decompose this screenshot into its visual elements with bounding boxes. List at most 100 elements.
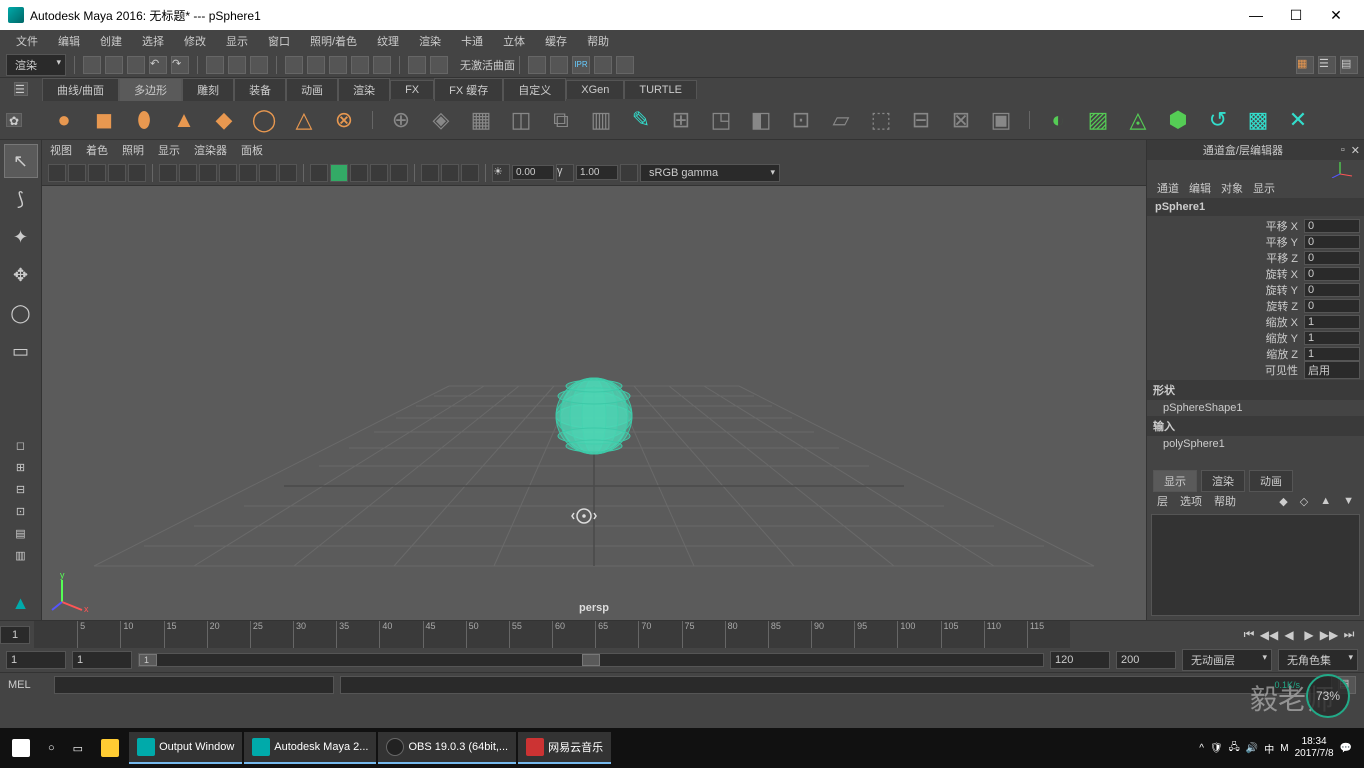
channelbox-dock-icon[interactable]: ▫	[1341, 144, 1345, 156]
target-weld-icon[interactable]: ⊞	[665, 104, 697, 136]
poly-sphere-icon[interactable]: ●	[48, 104, 80, 136]
layer-new-icon[interactable]: ◆	[1279, 495, 1287, 508]
anim-layer-combobox[interactable]: 无动画层	[1182, 649, 1272, 671]
poly-cube-icon[interactable]: ◼	[88, 104, 120, 136]
panel-menu-shading[interactable]: 着色	[86, 142, 108, 158]
taskview-button[interactable]: ▭	[65, 732, 91, 764]
undo-button[interactable]: ↶	[149, 56, 167, 74]
exposure-field[interactable]	[512, 165, 554, 180]
save-scene-button[interactable]	[127, 56, 145, 74]
notification-icon[interactable]: 💬	[1340, 743, 1352, 754]
chan-tab-channels[interactable]: 通道	[1157, 180, 1179, 196]
tray-m-icon[interactable]: M	[1280, 743, 1288, 754]
attr-value[interactable]: 1	[1304, 315, 1360, 329]
poly-plane-icon[interactable]: ◆	[208, 104, 240, 136]
boolean-icon[interactable]: ◫	[505, 104, 537, 136]
viewport-3d[interactable]: y x z persp	[42, 186, 1146, 620]
step-back-button[interactable]: ◀◀	[1260, 626, 1278, 644]
taskbar-obs[interactable]: OBS 19.0.3 (64bit,...	[378, 732, 516, 764]
maya-home-icon[interactable]: ▲	[4, 586, 38, 620]
layout-four-button[interactable]: ⊞	[4, 458, 38, 476]
command-input[interactable]	[54, 676, 334, 694]
combine-icon[interactable]: ⊕	[385, 104, 417, 136]
taskbar-output-window[interactable]: Output Window	[129, 732, 242, 764]
poly-pipe-icon[interactable]: ⊗	[328, 104, 360, 136]
shelf-tab-custom[interactable]: 自定义	[503, 78, 566, 101]
rotate-tool[interactable]: ◯	[4, 296, 38, 330]
view-transform-icon[interactable]	[620, 164, 638, 182]
tray-volume-icon[interactable]: 🔊	[1246, 743, 1258, 754]
move-tool[interactable]: ✥	[4, 258, 38, 292]
layer-tab-display[interactable]: 显示	[1153, 470, 1197, 492]
menu-create[interactable]: 创建	[90, 31, 132, 51]
input-node[interactable]: polySphere1	[1147, 436, 1364, 452]
bookmark-button[interactable]	[68, 164, 86, 182]
shelf-options-button[interactable]: ✿	[6, 113, 22, 127]
shelf-tab-rigging[interactable]: 装备	[234, 78, 286, 101]
panel-menu-show[interactable]: 显示	[158, 142, 180, 158]
workspace-combobox[interactable]: 渲染	[6, 54, 66, 76]
shadows-button[interactable]	[390, 164, 408, 182]
panel-menu-renderer[interactable]: 渲染器	[194, 142, 227, 158]
step-forward-button[interactable]: ▶▶	[1320, 626, 1338, 644]
layer-add-icon[interactable]: ◇	[1300, 495, 1308, 508]
panel-menu-lighting[interactable]: 照明	[122, 142, 144, 158]
open-scene-button[interactable]	[105, 56, 123, 74]
menu-modify[interactable]: 修改	[174, 31, 216, 51]
shelf-tab-turtle[interactable]: TURTLE	[624, 80, 697, 99]
soft-select-icon[interactable]: ⬢	[1162, 104, 1194, 136]
range-track[interactable]: 1 120	[138, 653, 1044, 667]
render-settings-button[interactable]	[594, 56, 612, 74]
hypershade-button[interactable]	[616, 56, 634, 74]
menu-cache[interactable]: 缓存	[535, 31, 577, 51]
new-scene-button[interactable]	[83, 56, 101, 74]
crease-icon[interactable]: ◬	[1122, 104, 1154, 136]
object-name[interactable]: pSphere1	[1147, 198, 1364, 216]
toggle-attr-button[interactable]: ▤	[1340, 56, 1358, 74]
current-frame-field[interactable]: 1	[0, 626, 30, 644]
render-view-button[interactable]	[528, 56, 546, 74]
mirror-icon[interactable]: ⧉	[545, 104, 577, 136]
construction-history-button[interactable]	[430, 56, 448, 74]
multicut-icon[interactable]: ✎	[625, 104, 657, 136]
attr-value[interactable]: 0	[1304, 235, 1360, 249]
layer-down-icon[interactable]: ▼	[1343, 495, 1354, 507]
script-lang-label[interactable]: MEL	[8, 679, 48, 691]
menu-file[interactable]: 文件	[6, 31, 48, 51]
gamma-icon[interactable]: γ	[556, 164, 574, 182]
layout-two-button[interactable]: ⊟	[4, 480, 38, 498]
tray-up-icon[interactable]: ^	[1199, 743, 1204, 754]
layer-list[interactable]	[1151, 514, 1360, 616]
poly-pyramid-icon[interactable]: △	[288, 104, 320, 136]
layer-tab-anim[interactable]: 动画	[1249, 470, 1293, 492]
taskbar-clock[interactable]: 18:342017/7/8	[1295, 736, 1334, 760]
toggle-channelbox-button[interactable]: ☰	[1318, 56, 1336, 74]
fill-hole-icon[interactable]: ⬚	[865, 104, 897, 136]
menu-display[interactable]: 显示	[216, 31, 258, 51]
wireframe-button[interactable]	[310, 164, 328, 182]
maximize-button[interactable]: ☐	[1276, 7, 1316, 24]
layout-three-button[interactable]: ⊡	[4, 502, 38, 520]
snap-curve-button[interactable]	[307, 56, 325, 74]
grease-pencil-button[interactable]	[128, 164, 146, 182]
shaded-button[interactable]	[330, 164, 348, 182]
shelf-tab-rendering[interactable]: 渲染	[338, 78, 390, 101]
chan-tab-object[interactable]: 对象	[1221, 180, 1243, 196]
snap-live-button[interactable]	[373, 56, 391, 74]
menu-select[interactable]: 选择	[132, 31, 174, 51]
attr-value[interactable]: 0	[1304, 283, 1360, 297]
poly-cylinder-icon[interactable]: ⬮	[128, 104, 160, 136]
shelf-tab-fxcache[interactable]: FX 缓存	[434, 78, 503, 101]
layout-single-button[interactable]: ◻	[4, 436, 38, 454]
layer-tab-render[interactable]: 渲染	[1201, 470, 1245, 492]
ipr-button[interactable]: IPR	[572, 56, 590, 74]
panel-layout-button[interactable]: ▦	[1296, 56, 1314, 74]
bridge-icon[interactable]: ⊡	[785, 104, 817, 136]
system-tray[interactable]: ^ 🛡 🖧 🔊 中 M 18:342017/7/8 💬	[1199, 736, 1360, 760]
cleanup-icon[interactable]: ✕	[1282, 104, 1314, 136]
shelf-tab-fx[interactable]: FX	[390, 80, 434, 99]
go-start-button[interactable]: ⏮	[1240, 626, 1258, 644]
grid-toggle-button[interactable]	[159, 164, 177, 182]
lasso-tool[interactable]: ⟆	[4, 182, 38, 216]
panel-menu-panels[interactable]: 面板	[241, 142, 263, 158]
